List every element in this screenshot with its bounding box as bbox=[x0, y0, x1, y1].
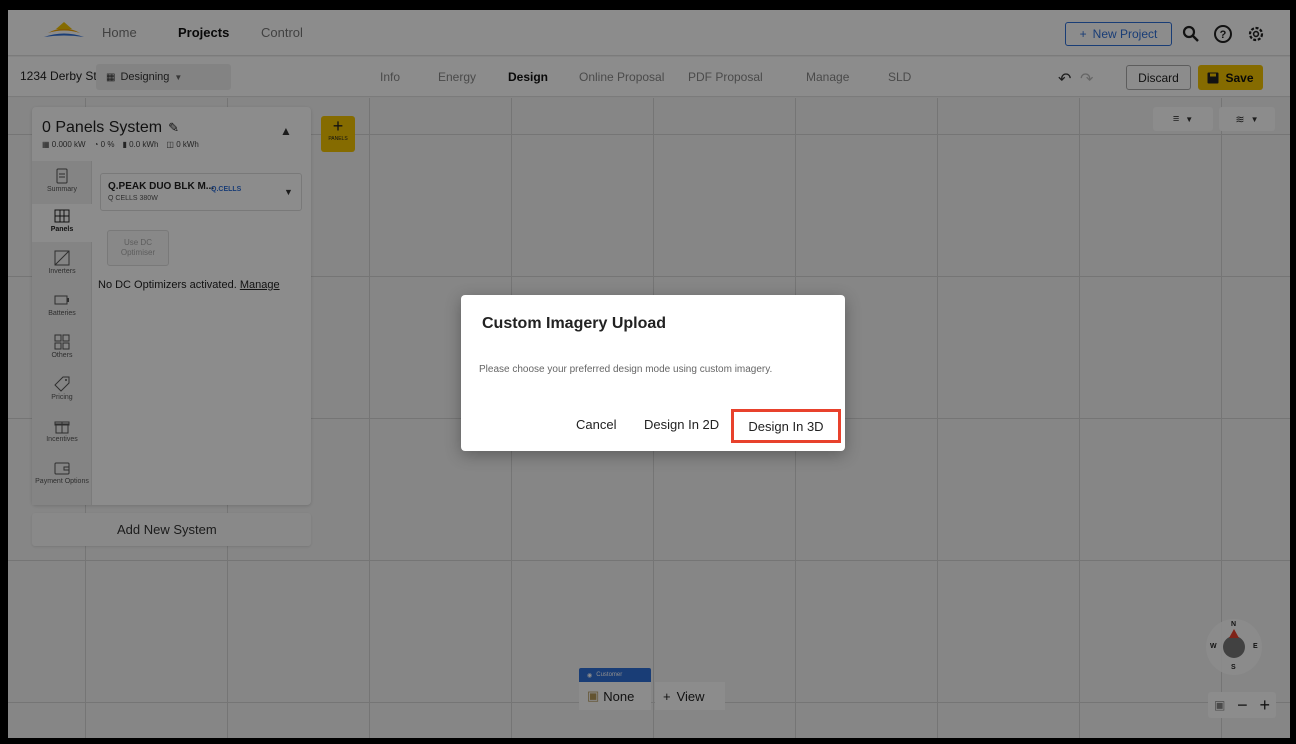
dialog-message: Please choose your preferred design mode… bbox=[479, 364, 773, 375]
cancel-button[interactable]: Cancel bbox=[576, 417, 616, 432]
custom-imagery-dialog: Custom Imagery Upload Please choose your… bbox=[461, 295, 845, 451]
design-in-3d-button[interactable]: Design In 3D bbox=[731, 409, 841, 443]
design-in-2d-button[interactable]: Design In 2D bbox=[644, 417, 719, 432]
app-window: Home Projects Control + New Project ? 12… bbox=[8, 10, 1290, 738]
dialog-title: Custom Imagery Upload bbox=[482, 315, 667, 332]
